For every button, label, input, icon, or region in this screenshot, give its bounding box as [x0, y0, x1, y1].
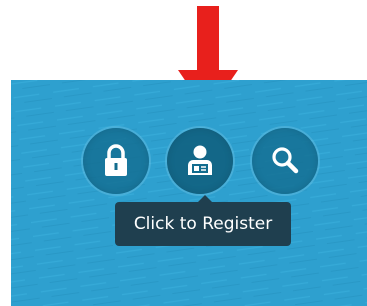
screenshot-stage: Click to Register [0, 0, 367, 306]
search-button[interactable] [252, 128, 318, 194]
toolbar-panel: Click to Register [11, 80, 367, 306]
lock-button[interactable] [83, 128, 149, 194]
search-icon [272, 147, 299, 174]
tooltip-text: Click to Register [133, 214, 273, 234]
tooltip-tail [198, 195, 212, 202]
user-id-icon [188, 145, 212, 175]
register-tooltip: Click to Register [115, 195, 291, 246]
panel-texture [11, 80, 367, 306]
lock-icon [105, 144, 127, 176]
register-button[interactable] [167, 128, 233, 194]
